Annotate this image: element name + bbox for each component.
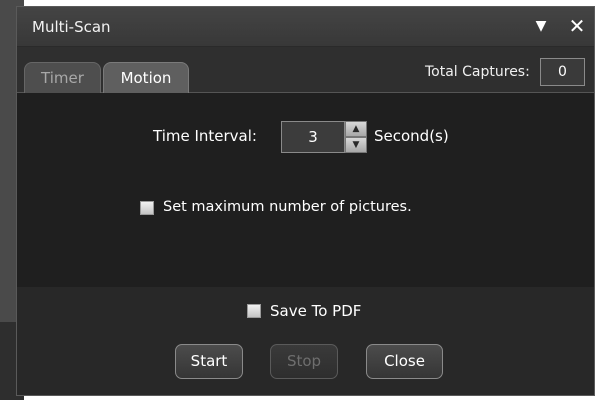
- max-pictures-label: Set maximum number of pictures.: [163, 199, 412, 215]
- time-interval-label: Time Interval:: [153, 127, 257, 145]
- save-to-pdf-checkbox[interactable]: [247, 304, 261, 318]
- dropdown-icon[interactable]: ▼: [529, 14, 553, 38]
- close-button[interactable]: Close: [366, 344, 443, 379]
- time-interval-input[interactable]: 3: [281, 121, 345, 153]
- interval-unit-label: Second(s): [374, 127, 449, 145]
- close-icon[interactable]: ✕: [565, 14, 589, 38]
- save-to-pdf-label: Save To PDF: [270, 302, 362, 320]
- time-interval-spinner: ▲ ▼: [345, 121, 367, 153]
- total-captures-label: Total Captures:: [425, 64, 530, 80]
- max-pictures-checkbox[interactable]: [140, 201, 154, 215]
- window-title: Multi-Scan: [32, 18, 111, 36]
- stop-button[interactable]: Stop: [270, 344, 338, 379]
- dialog-footer: Save To PDF Start Stop Close: [17, 287, 594, 395]
- total-captures-value: 0: [540, 58, 585, 86]
- start-button[interactable]: Start: [175, 344, 243, 379]
- multi-scan-dialog: Multi-Scan ▼ ✕ Timer Motion Total Captur…: [16, 6, 595, 396]
- tab-timer[interactable]: Timer: [24, 62, 101, 93]
- tab-bar: Timer Motion Total Captures: 0: [17, 47, 594, 93]
- spin-up-icon[interactable]: ▲: [345, 121, 367, 137]
- tab-motion[interactable]: Motion: [103, 62, 189, 93]
- spin-down-icon[interactable]: ▼: [345, 137, 367, 153]
- tab-content: Time Interval: 3 ▲ ▼ Second(s) Set maxim…: [17, 93, 594, 287]
- title-bar: Multi-Scan ▼ ✕: [17, 7, 594, 47]
